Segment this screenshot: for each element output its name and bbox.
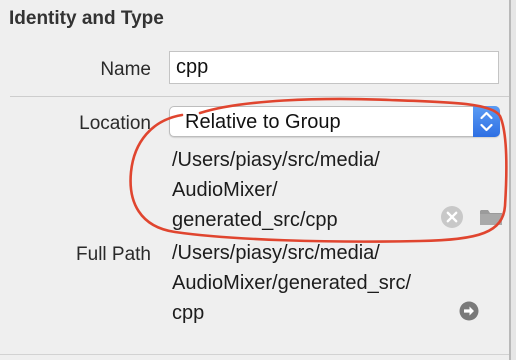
- clear-icon[interactable]: [440, 205, 464, 229]
- location-path: /Users/piasy/src/media/ AudioMixer/ gene…: [172, 145, 380, 235]
- full-path-label: Full Path: [76, 244, 151, 265]
- full-path-value: /Users/piasy/src/media/ AudioMixer/gener…: [172, 238, 411, 328]
- name-field[interactable]: [169, 51, 499, 84]
- section-divider: [10, 96, 509, 97]
- location-label: Location: [79, 113, 151, 134]
- location-popup[interactable]: Relative to Group: [169, 106, 500, 137]
- panel-scroll-edge: [511, 0, 516, 360]
- arrow-circle-right-icon[interactable]: [459, 301, 479, 321]
- full-path-line: cpp: [172, 302, 205, 324]
- identity-and-type-inspector: Identity and Type Name Location Relative…: [0, 0, 509, 360]
- name-label: Name: [100, 59, 151, 80]
- chevron-up-down-icon[interactable]: [473, 106, 500, 137]
- section-title: Identity and Type: [9, 8, 164, 29]
- full-path-line: AudioMixer/generated_src/: [172, 272, 412, 294]
- location-path-line: AudioMixer/: [172, 179, 278, 201]
- location-popup-value: Relative to Group: [185, 111, 341, 133]
- location-path-line: /Users/piasy/src/media/: [172, 149, 380, 171]
- location-path-line: generated_src/cpp: [172, 209, 338, 231]
- full-path-line: /Users/piasy/src/media/: [172, 242, 380, 264]
- panel-bottom-divider: [0, 354, 509, 355]
- folder-icon[interactable]: [479, 207, 503, 227]
